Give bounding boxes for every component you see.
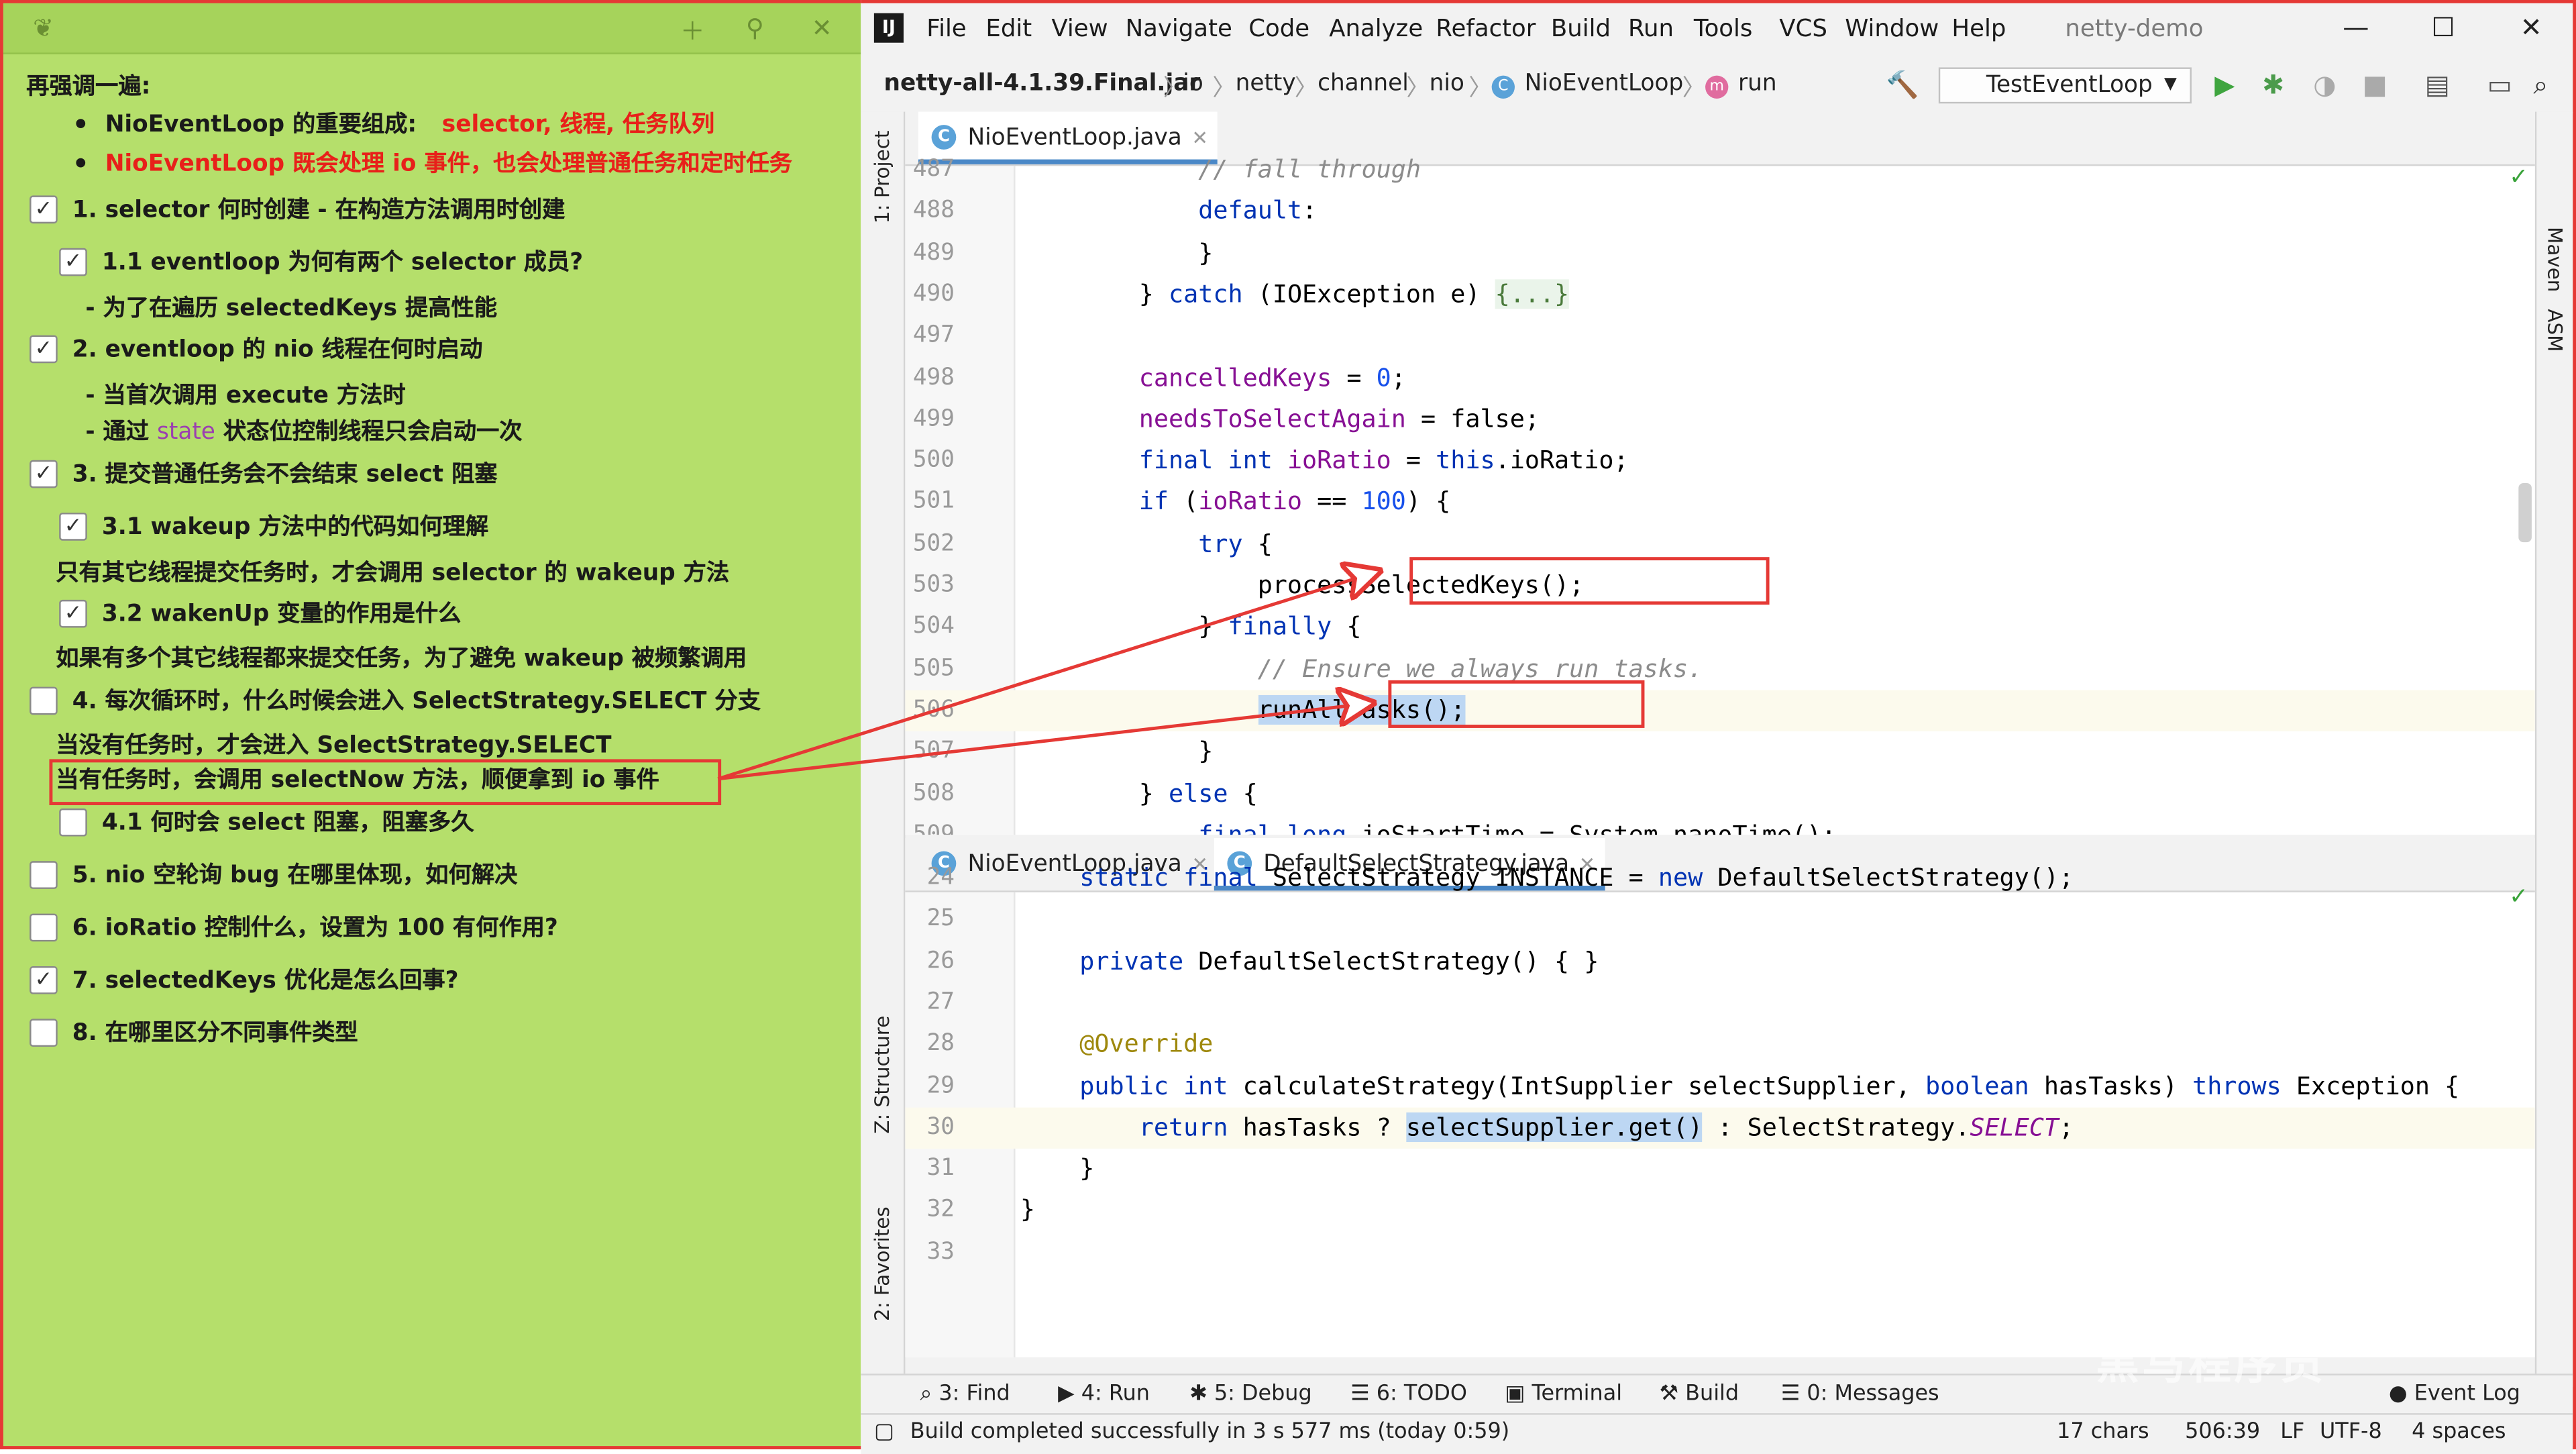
annotation-arrows	[717, 0, 2576, 781]
arrow-to-process-keys	[717, 572, 1377, 781]
arrow-to-run-all-tasks	[717, 703, 1370, 781]
